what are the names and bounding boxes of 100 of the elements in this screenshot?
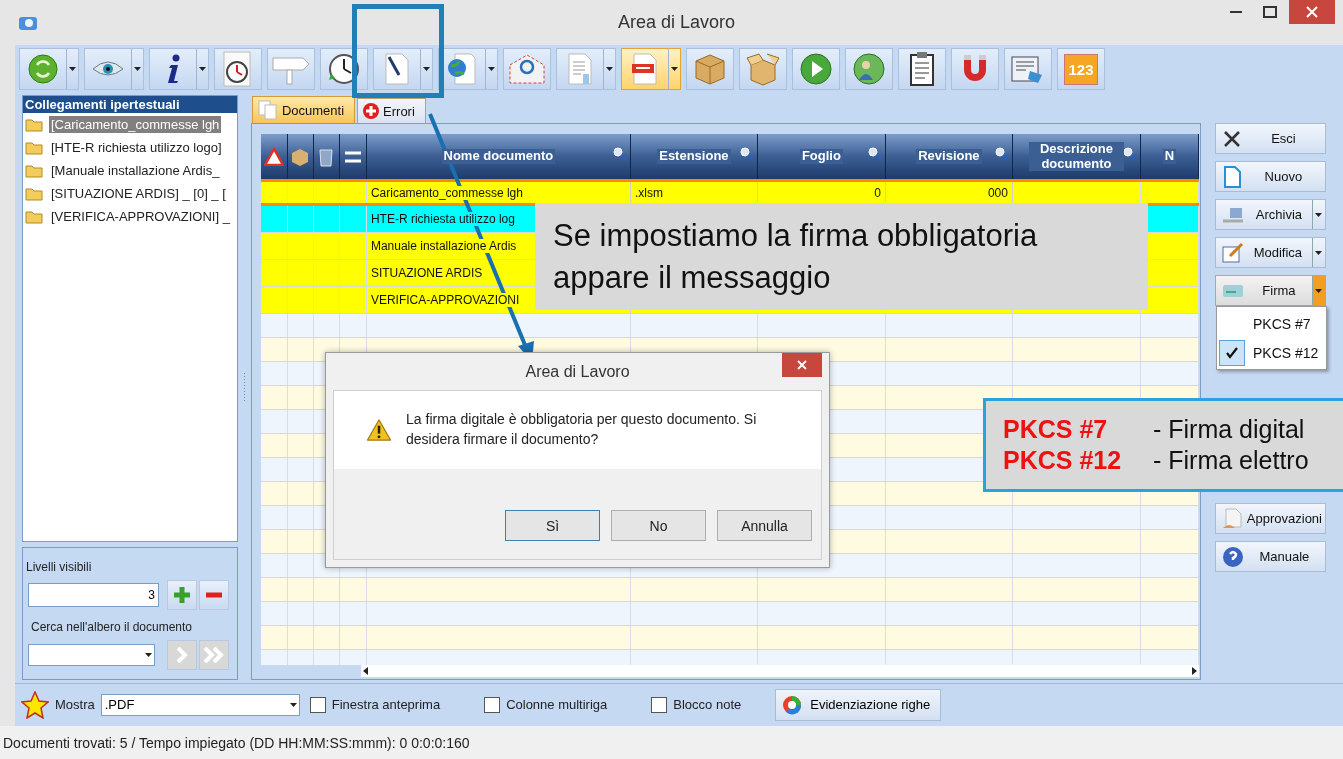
computer-icon <box>1221 205 1246 224</box>
dropdown-arrow[interactable] <box>668 49 680 89</box>
side-button[interactable]: Approvazioni <box>1214 503 1326 534</box>
toolbar-button[interactable] <box>898 48 946 90</box>
table-cell: 0 <box>874 185 881 200</box>
dialog-title: Area di Lavoro <box>525 362 630 381</box>
caret-icon <box>69 67 76 71</box>
tab[interactable]: Documenti <box>251 96 356 123</box>
dialog-button[interactable]: Annulla <box>717 510 812 541</box>
dialog-message: La firma digitale è obbligatoria per questo documento. Si desidera firmare il documento? <box>406 410 758 449</box>
dialog-button[interactable]: No <box>611 510 706 541</box>
checkbox[interactable]: Finestra anteprima <box>309 696 441 713</box>
chevron-icon <box>175 647 189 663</box>
search-icon[interactable] <box>867 147 882 161</box>
search-icon[interactable] <box>994 147 1009 161</box>
plus-icon <box>172 585 192 605</box>
dropdown-arrow[interactable] <box>485 49 497 89</box>
tree-item[interactable]: [SITUAZIONE ARDIS] _ [0] _ [ <box>49 185 228 202</box>
envelope-icon <box>507 53 547 85</box>
search-icon[interactable] <box>612 147 627 161</box>
tree-item[interactable]: [Caricamento_commesse lgh <box>49 116 222 133</box>
column-header[interactable]: Revisione <box>916 149 982 164</box>
search-icon[interactable] <box>739 147 754 161</box>
search-icon[interactable] <box>1122 147 1137 161</box>
column-header[interactable]: Foglio <box>799 149 843 164</box>
caret-icon <box>423 67 430 71</box>
toolbar-label: 123 <box>1064 53 1098 85</box>
field-label: Livelli visibili <box>26 560 93 574</box>
side-button[interactable]: Esci <box>1214 123 1326 154</box>
open-box-icon <box>746 52 780 86</box>
column-header[interactable]: Nome documento <box>441 149 556 164</box>
document-icon <box>565 52 595 86</box>
toolbar-button[interactable] <box>373 48 433 90</box>
levels-field[interactable]: 3 <box>28 583 159 607</box>
edit-icon <box>1221 241 1244 264</box>
tab[interactable]: Errori <box>357 98 426 123</box>
side-button[interactable]: Firma <box>1214 275 1326 306</box>
caret-icon <box>1315 250 1323 255</box>
color-wheel-icon <box>782 694 803 715</box>
dropdown-arrow[interactable] <box>420 49 432 89</box>
plus-button[interactable] <box>167 580 197 610</box>
toolbar-button[interactable] <box>149 48 209 90</box>
star-icon <box>21 690 49 719</box>
dialog-button[interactable]: Sì <box>505 510 600 541</box>
panel-title: Collegamenti ipertestuali <box>23 96 237 113</box>
menu-item[interactable]: PKCS #7 <box>1219 309 1324 338</box>
dropdown-arrow[interactable] <box>603 49 615 89</box>
table-row[interactable]: Caricamento_commesse lgh .xlsm 0 000 <box>260 179 1199 206</box>
error-icon <box>362 102 381 120</box>
format-combo[interactable]: .PDF <box>100 693 300 716</box>
equals-icon <box>344 150 361 163</box>
clock-icon <box>327 52 361 86</box>
person-icon <box>852 52 886 86</box>
checkbox[interactable]: Blocco note <box>651 696 742 713</box>
annotation-tooltip: Se impostiamo la firma obbligatoria appare il messaggio <box>535 203 1148 310</box>
close-button[interactable] <box>1289 0 1335 24</box>
side-button[interactable]: Modifica <box>1214 237 1326 268</box>
box-icon <box>693 52 727 86</box>
legend-key: PKCS #12 <box>1003 446 1153 475</box>
check-icon <box>1226 346 1238 359</box>
close-button[interactable] <box>782 353 822 377</box>
checkbox[interactable]: Colonne multiriga <box>484 696 608 713</box>
tree-item[interactable]: [Manuale installazione Ardis_ <box>49 162 222 179</box>
caret-icon <box>671 67 678 71</box>
side-button[interactable]: Archivia <box>1214 199 1326 230</box>
menu-item[interactable]: PKCS #12 <box>1219 338 1324 367</box>
side-button[interactable]: Nuovo <box>1214 161 1326 192</box>
warning-icon <box>263 147 284 166</box>
folder-icon <box>25 186 43 201</box>
column-header[interactable]: Descrizione documento <box>1028 142 1124 171</box>
caret-icon <box>134 67 141 71</box>
card-icon <box>1221 282 1246 299</box>
dropdown-arrow[interactable] <box>66 49 78 89</box>
documents-icon <box>256 100 279 120</box>
double-chevron-icon <box>203 647 225 663</box>
horizontal-scrollbar[interactable] <box>360 665 1199 677</box>
box-icon <box>291 147 310 166</box>
table-cell: VERIFICA-APPROVAZIONI <box>370 293 520 307</box>
close-icon <box>1221 128 1242 149</box>
dropdown-arrow[interactable] <box>196 49 208 89</box>
tree-item[interactable]: [VERIFICA-APPROVAZIONI] _ <box>49 208 232 225</box>
table-cell: 000 <box>987 185 1008 200</box>
column-header[interactable]: Estensione <box>657 149 731 164</box>
search-combo[interactable] <box>28 644 155 666</box>
legend-text: - Firma digital <box>1153 415 1305 444</box>
column-header[interactable]: N <box>1162 149 1177 164</box>
side-button[interactable]: Manuale <box>1214 541 1326 572</box>
highlight-rows-button[interactable]: Evidenziazione righe <box>775 688 942 721</box>
document-hand-icon <box>1221 507 1244 530</box>
toolbar-button[interactable] <box>214 48 262 90</box>
caret-icon <box>289 702 297 707</box>
splitter-grip[interactable] <box>242 372 246 403</box>
caret-icon <box>199 67 206 71</box>
tree-item[interactable]: [HTE-R richiesta utilizzo logo] <box>49 139 224 156</box>
dropdown-arrow[interactable] <box>131 49 143 89</box>
close-icon <box>1306 6 1318 18</box>
caret-icon <box>1315 288 1323 293</box>
pdf-document-icon <box>630 52 660 86</box>
clipboard-icon <box>907 51 937 87</box>
minus-button[interactable] <box>199 580 229 610</box>
